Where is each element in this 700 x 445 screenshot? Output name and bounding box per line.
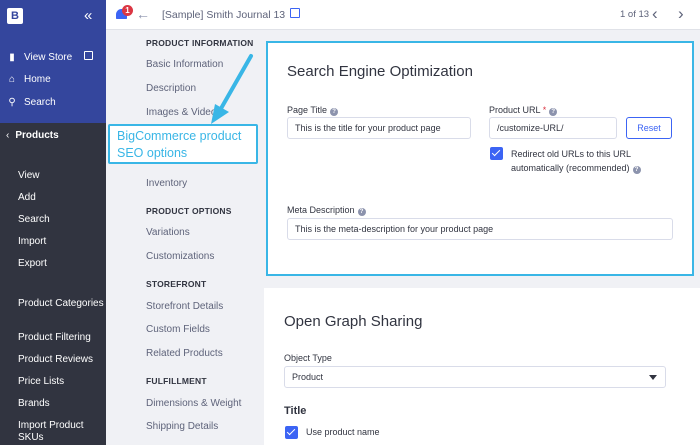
chevron-down-icon [649,375,657,380]
nav-dimensions-weight[interactable]: Dimensions & Weight [146,398,241,409]
notifications-bell-icon[interactable]: 1 [116,5,133,21]
collapse-sidebar-icon[interactable]: « [84,7,92,24]
nav-related-products[interactable]: Related Products [146,348,223,359]
product-url-label: Product URL *? [489,105,558,116]
heading-storefront: STOREFRONT [146,279,207,289]
sidebar: B « ▮ View Store ⌂ Home ⚲ Search ‹ Produ… [0,0,106,445]
product-title: [Sample] Smith Journal 13 [162,9,286,21]
sidebar-item-export[interactable]: Export [18,258,104,270]
seo-card: Search Engine Optimization Page Title? T… [266,41,694,276]
nav-shipping-details[interactable]: Shipping Details [146,421,218,432]
top-bar: 1 ← [Sample] Smith Journal 13 1 of 13 ‹ … [106,0,700,30]
sidebar-header: B « ▮ View Store ⌂ Home ⚲ Search [0,0,106,123]
seo-card-title: Search Engine Optimization [287,63,473,80]
meta-description-label: Meta Description? [287,205,366,216]
sidebar-item-price-lists[interactable]: Price Lists [18,376,104,388]
sidebar-item-import[interactable]: Import [18,236,104,248]
reset-url-button[interactable]: Reset [626,117,672,139]
sidebar-item-brands[interactable]: Brands [18,398,104,410]
main-content: Search Engine Optimization Page Title? T… [256,30,700,445]
home-icon: ⌂ [8,73,16,85]
use-product-name-checkbox[interactable] [285,426,298,439]
store-icon: ▮ [9,51,15,63]
sidebar-item-add[interactable]: Add [18,192,104,204]
chevron-left-icon: ‹ [6,129,10,141]
sidebar-item-product-filtering[interactable]: Product Filtering [18,332,104,344]
next-product-icon[interactable]: › [678,4,684,24]
previous-product-icon[interactable]: ‹ [652,4,658,24]
use-product-name-label: Use product name [306,427,380,437]
nav-custom-fields[interactable]: Custom Fields [146,324,210,335]
nav-description[interactable]: Description [146,83,196,94]
heading-product-information: PRODUCT INFORMATION [146,38,254,48]
help-icon[interactable]: ? [330,108,339,116]
back-arrow-icon[interactable]: ← [136,6,150,22]
sidebar-item-product-categories[interactable]: Product Categories [18,298,104,310]
product-url-input[interactable]: /customize-URL/ [489,117,617,139]
open-external-icon[interactable] [290,8,300,18]
sidebar-link-view-store[interactable]: ▮ View Store [0,47,106,67]
redirect-checkbox[interactable] [490,147,503,160]
object-type-label: Object Type [284,353,332,363]
page-title-label: Page Title? [287,105,339,116]
required-marker: * [542,105,547,115]
search-icon: ⚲ [8,96,16,108]
page-title-input[interactable]: This is the title for your product page [287,117,471,139]
sidebar-section-products[interactable]: ‹ Products [0,124,106,146]
object-type-select[interactable]: Product [284,366,666,388]
bigcommerce-logo[interactable]: B [7,8,23,24]
sidebar-item-view[interactable]: View [18,170,104,182]
heading-product-options: PRODUCT OPTIONS [146,206,232,216]
nav-customizations[interactable]: Customizations [146,251,214,262]
sidebar-link-home[interactable]: ⌂ Home [0,69,106,89]
nav-storefront-details[interactable]: Storefront Details [146,301,223,312]
notification-badge: 1 [122,5,133,16]
heading-fulfillment: FULFILLMENT [146,376,207,386]
help-icon[interactable]: ? [549,108,558,116]
nav-inventory[interactable]: Inventory [146,178,187,189]
redirect-checkbox-label: Redirect old URLs to this URL automatica… [511,147,641,175]
sidebar-item-import-product-skus[interactable]: Import Product SKUs [18,420,104,444]
open-graph-card: Open Graph Sharing Object Type Product T… [264,288,700,445]
meta-description-input[interactable]: This is the meta-description for your pr… [287,218,673,240]
help-icon[interactable]: ? [632,166,641,174]
pagination-count: 1 of 13 [620,9,650,20]
seo-annotation-callout: BigCommerce product SEO options [108,124,258,164]
external-link-icon [84,51,93,60]
nav-variations[interactable]: Variations [146,227,190,238]
open-graph-title: Open Graph Sharing [284,313,423,330]
help-icon[interactable]: ? [357,208,366,216]
sidebar-link-search[interactable]: ⚲ Search [0,92,106,112]
og-title-section: Title [284,405,307,417]
sidebar-item-search[interactable]: Search [18,214,104,226]
annotation-arrow [211,54,253,124]
sidebar-item-product-reviews[interactable]: Product Reviews [18,354,104,366]
